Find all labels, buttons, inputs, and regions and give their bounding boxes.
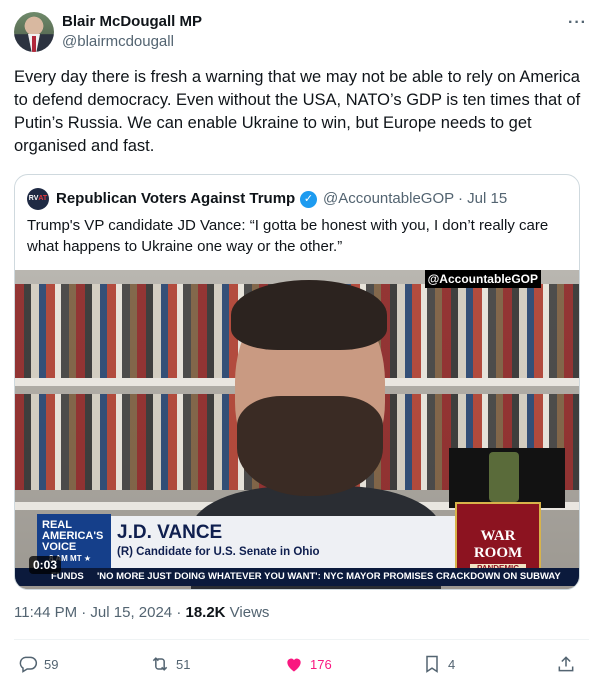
bookmark-button[interactable]: 4 <box>422 652 455 676</box>
views-count[interactable]: 18.2K <box>185 604 225 621</box>
share-icon <box>558 656 574 672</box>
lower-third: J.D. VANCE (R) Candidate for U.S. Senate… <box>111 516 455 568</box>
quoted-video[interactable]: @AccountableGOP REAL AMERICA'S VOICE 8 A… <box>15 270 579 589</box>
action-bar: 59 51 176 4 <box>14 652 589 676</box>
repost-icon <box>152 657 168 671</box>
bookmark-count: 4 <box>448 656 456 672</box>
warroom-logo: WAR ROOM PANDEMIC <box>455 502 541 574</box>
repost-count: 51 <box>176 656 191 672</box>
verified-badge-icon: ✓ <box>300 191 317 208</box>
speaker-hair <box>231 280 387 350</box>
warroom-title: WAR ROOM <box>473 528 523 561</box>
tweet-text: Every day there is fresh a warning that … <box>14 68 581 155</box>
video-watermark: @AccountableGOP <box>424 270 541 288</box>
author-avatar[interactable] <box>14 12 54 52</box>
news-ticker: FUNDS 'NO MORE JUST DOING WHATEVER YOU W… <box>15 568 579 586</box>
tweet-meta: 11:44 PM · Jul 15, 2024 · 18.2K Views <box>14 604 269 621</box>
reply-button[interactable]: 59 <box>18 652 58 676</box>
quoted-tweet[interactable]: RVAT Republican Voters Against Trump ✓ @… <box>14 174 580 590</box>
speaker-beard <box>237 396 383 496</box>
views-label: Views <box>225 604 270 621</box>
reply-count: 59 <box>44 656 59 672</box>
share-button[interactable] <box>556 652 576 676</box>
tweet-timestamp[interactable]: 11:44 PM · Jul 15, 2024 · <box>14 604 185 621</box>
like-count: 176 <box>310 656 332 672</box>
quoted-avatar[interactable]: RVAT <box>27 188 49 210</box>
author-name[interactable]: Blair McDougall MP <box>62 13 202 30</box>
ellipsis-icon[interactable]: ··· <box>568 14 587 32</box>
quoted-avatar-text: RV <box>28 195 39 202</box>
quoted-header: RVAT Republican Voters Against Trump ✓ @… <box>27 188 567 210</box>
tweet-card: Blair McDougall MP @blairmcdougall ··· E… <box>0 0 603 689</box>
tweet-header: Blair McDougall MP @blairmcdougall ··· <box>14 12 589 54</box>
lower-third-name: J.D. VANCE <box>117 522 223 543</box>
divider <box>14 639 589 640</box>
quoted-text: Trump's VP candidate JD Vance: “I gotta … <box>27 217 549 255</box>
inset-figure <box>489 452 519 502</box>
video-inset <box>449 448 565 508</box>
heart-icon <box>287 658 301 672</box>
author-handle[interactable]: @blairmcdougall <box>62 33 174 50</box>
quoted-handle-date[interactable]: @AccountableGOP · Jul 15 <box>323 190 507 207</box>
video-timestamp: 0:03 <box>29 556 62 574</box>
quoted-avatar-accent: AT <box>38 195 48 202</box>
bookmark-icon <box>426 655 438 673</box>
lower-third-subtitle: (R) Candidate for U.S. Senate in Ohio <box>117 546 320 558</box>
like-button[interactable]: 176 <box>284 652 332 676</box>
ticker-text: 'NO MORE JUST DOING WHATEVER YOU WANT': … <box>97 571 561 582</box>
reply-icon <box>19 656 38 673</box>
repost-button[interactable]: 51 <box>150 652 190 676</box>
quoted-author-name[interactable]: Republican Voters Against Trump <box>56 190 295 207</box>
avatar-tie <box>32 36 36 52</box>
logo-line-3: VOICE <box>42 541 77 553</box>
